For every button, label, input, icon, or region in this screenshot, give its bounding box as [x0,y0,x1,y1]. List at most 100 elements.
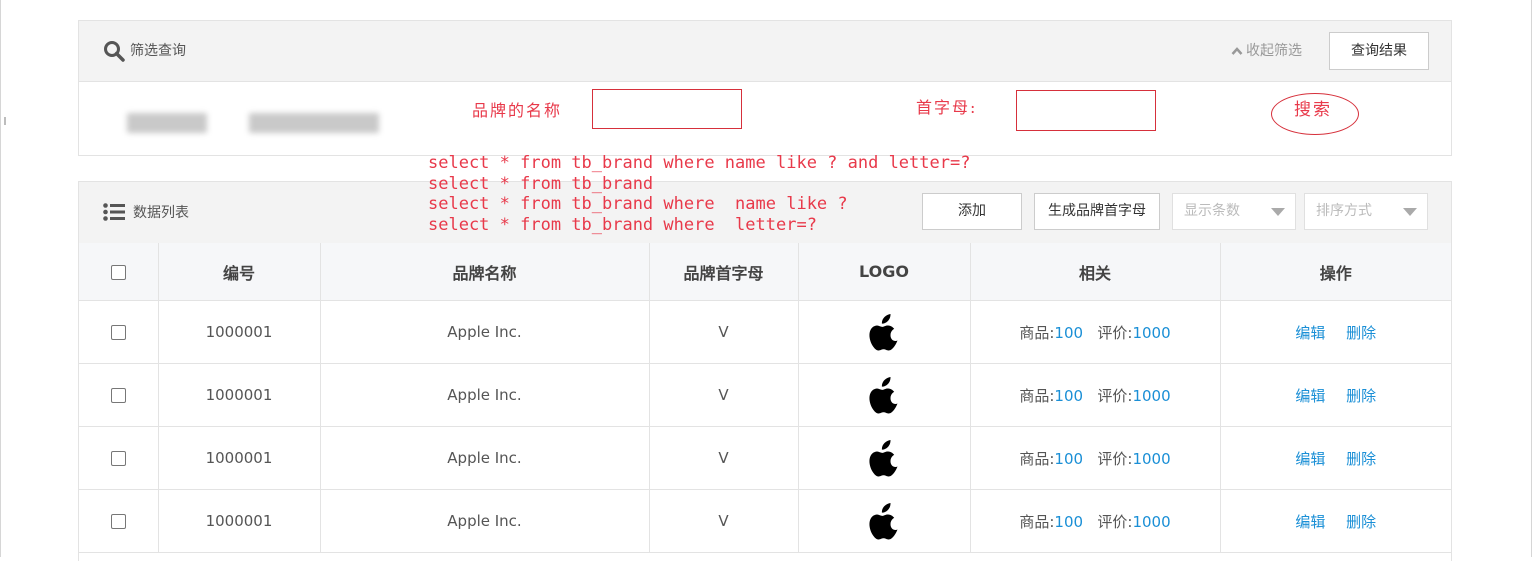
column-header-logo: LOGO [797,243,971,301]
window-edge-marker [4,117,6,125]
page-right-border [1531,0,1532,557]
brand-name-input-box[interactable] [592,89,742,129]
brand-related-cell: 商品:100 评价:1000 [969,426,1221,490]
goods-count-link[interactable]: 100 [1054,324,1083,342]
brand-id: 1000001 [157,426,321,490]
brand-related-cell: 商品:100 评价:1000 [969,300,1221,364]
brand-id: 1000001 [157,489,321,553]
brand-logo-cell [797,426,971,490]
brand-logo-cell [797,300,971,364]
table-row: 1000001 Apple Inc. V 商品:100 评价:1000 编辑 删… [79,489,1451,553]
sort-select[interactable]: 排序方式 [1304,193,1428,230]
filter-panel: 筛选查询 收起筛选 查询结果 品牌的名称 首字母: 搜索 [78,20,1452,156]
brand-name: Apple Inc. [319,363,650,427]
search-ellipse-button[interactable]: 搜索 [1271,93,1359,135]
column-header-name: 品牌名称 [319,243,650,301]
data-list-title: 数据列表 [133,205,189,221]
brand-letter: V [648,426,799,490]
goods-count-link[interactable]: 100 [1054,513,1083,531]
sql-annotation-block: select * from tb_brand where name like ?… [428,153,970,235]
goods-count-link[interactable]: 100 [1054,450,1083,468]
delete-link[interactable]: 删除 [1346,450,1376,468]
review-count-link[interactable]: 1000 [1132,324,1170,342]
goods-label: 商品: [1019,323,1055,342]
goods-label: 商品: [1019,386,1055,405]
review-label: 评价: [1097,512,1133,531]
brand-id: 1000001 [157,363,321,427]
delete-link[interactable]: 删除 [1346,324,1376,342]
caret-down-icon [1403,208,1417,216]
goods-count-link[interactable]: 100 [1054,387,1083,405]
brand-actions-cell: 编辑 删除 [1219,363,1451,427]
letter-input-box[interactable] [1016,90,1156,131]
list-icon [103,203,125,225]
data-list-panel: 数据列表 添加 生成品牌首字母 显示条数 排序方式 编号 品牌名称 品牌首字母 … [78,181,1452,561]
brand-name: Apple Inc. [319,426,650,490]
brand-name-annotation-label: 品牌的名称 [472,101,563,120]
table-row: 1000001 Apple Inc. V 商品:100 评价:1000 编辑 删… [79,426,1451,490]
page-size-select[interactable]: 显示条数 [1172,193,1296,230]
row-select-cell [79,300,159,364]
brand-name: Apple Inc. [319,300,650,364]
edit-link[interactable]: 编辑 [1295,450,1325,468]
row-select-cell [79,426,159,490]
goods-label: 商品: [1019,512,1055,531]
goods-label: 商品: [1019,449,1055,468]
brand-letter: V [648,489,799,553]
edit-link[interactable]: 编辑 [1295,387,1325,405]
review-count-link[interactable]: 1000 [1132,450,1170,468]
row-select-cell [79,489,159,553]
review-count-link[interactable]: 1000 [1132,387,1170,405]
row-checkbox[interactable] [110,514,126,529]
delete-link[interactable]: 删除 [1346,387,1376,405]
table-header-row: 编号 品牌名称 品牌首字母 LOGO 相关 操作 [79,243,1451,301]
brand-actions-cell: 编辑 删除 [1219,426,1451,490]
chevron-up-icon [1231,47,1243,55]
apple-logo-icon [869,314,898,351]
review-label: 评价: [1097,449,1133,468]
page-size-placeholder: 显示条数 [1184,203,1240,219]
brand-name: Apple Inc. [319,489,650,553]
sql-line: select * from tb_brand where name like ?… [428,153,971,173]
review-count-link[interactable]: 1000 [1132,513,1170,531]
select-all-cell [79,243,159,301]
sort-placeholder: 排序方式 [1316,203,1372,219]
brand-logo-cell [797,363,971,427]
table-row: 1000001 Apple Inc. V 商品:100 评价:1000 编辑 删… [79,300,1451,364]
edit-link[interactable]: 编辑 [1295,324,1325,342]
review-label: 评价: [1097,386,1133,405]
query-results-button[interactable]: 查询结果 [1329,32,1429,70]
caret-down-icon [1271,208,1285,216]
row-checkbox[interactable] [110,388,126,403]
row-checkbox[interactable] [110,325,126,340]
brand-actions-cell: 编辑 删除 [1219,489,1451,553]
brand-related-cell: 商品:100 评价:1000 [969,489,1221,553]
column-header-related: 相关 [969,243,1221,301]
collapse-filter-link[interactable]: 收起筛选 [1231,21,1302,82]
apple-logo-icon [869,440,898,477]
column-header-actions: 操作 [1219,243,1451,301]
search-icon [103,40,125,66]
row-select-cell [79,363,159,427]
brand-letter: V [648,300,799,364]
select-all-checkbox[interactable] [110,265,126,280]
sql-line: select * from tb_brand [428,173,654,194]
edit-link[interactable]: 编辑 [1295,513,1325,531]
column-header-letter: 品牌首字母 [648,243,799,301]
redacted-filter-label [127,113,207,133]
sql-line: select * from tb_brand where name like ? [428,194,848,214]
filter-panel-title: 筛选查询 [130,43,186,59]
delete-link[interactable]: 删除 [1346,513,1376,531]
letter-annotation-label: 首字母: [916,98,978,117]
generate-letter-button[interactable]: 生成品牌首字母 [1034,193,1160,230]
review-label: 评价: [1097,323,1133,342]
row-checkbox[interactable] [110,451,126,466]
brand-table: 编号 品牌名称 品牌首字母 LOGO 相关 操作 1000001 Apple I… [79,243,1451,553]
search-annotation-label: 搜索 [1294,100,1332,120]
sql-line: select * from tb_brand where letter=? [428,214,817,235]
brand-letter: V [648,363,799,427]
redacted-filter-field [249,113,379,133]
brand-related-cell: 商品:100 评价:1000 [969,363,1221,427]
brand-logo-cell [797,489,971,553]
filter-panel-header: 筛选查询 收起筛选 查询结果 [79,21,1451,82]
